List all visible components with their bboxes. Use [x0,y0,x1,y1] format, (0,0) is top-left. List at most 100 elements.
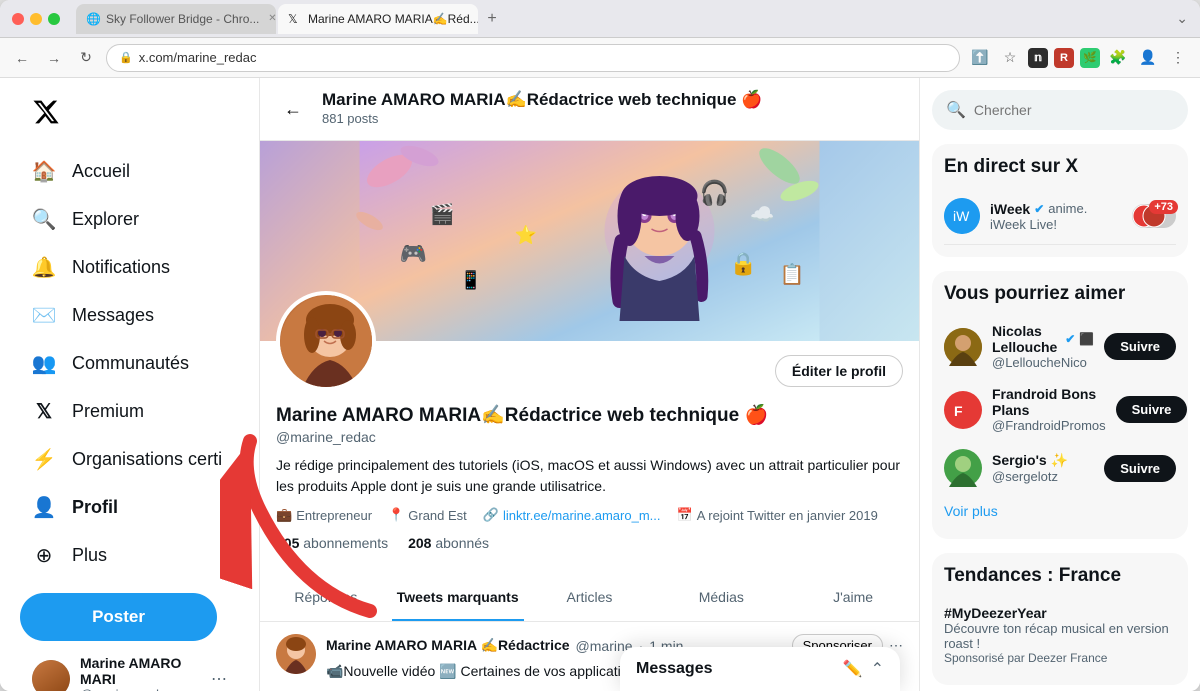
community-icon: 👥 [32,351,56,375]
live-avatar: iW [944,198,980,234]
live-event: iWeek Live! [990,217,1122,232]
search-input[interactable] [974,102,1174,118]
sidebar-item-plus[interactable]: ⊕ Plus [20,533,239,577]
live-section: En direct sur X iW iWeek ✔ anime. [932,144,1188,257]
new-tab-button[interactable]: + [480,7,504,31]
tab-tweets-marquants[interactable]: Tweets marquants [392,575,524,621]
meta-date: 📅 A rejoint Twitter en janvier 2019 [677,507,878,523]
tab-medias[interactable]: Médias [655,575,787,621]
follow-button-0[interactable]: Suivre [1104,333,1176,360]
traffic-lights [12,13,60,25]
twitter-logo[interactable] [20,88,239,141]
sidebar-user[interactable]: Marine AMARO MARI @marine_redac ⋯ [20,645,239,691]
stat-followers[interactable]: 208 abonnés [408,535,489,551]
suggest-item-1: F Frandroid Bons Plans @FrandroidPromos … [944,378,1176,441]
profile-info: Marine AMARO MARIA✍️Rédactrice web techn… [260,391,919,563]
sidebar-item-accueil[interactable]: 🏠 Accueil [20,149,239,193]
ext-r-icon[interactable]: R [1054,48,1074,68]
search-box[interactable]: 🔍 [932,90,1188,130]
sidebar-user-name: Marine AMARO MARI [80,655,201,687]
sidebar-item-notifications[interactable]: 🔔 Notifications [20,245,239,289]
sidebar-label-communautes: Communautés [72,353,189,374]
live-item[interactable]: iW iWeek ✔ anime. iWeek Live! [944,188,1176,245]
live-count: +73 [1149,200,1178,214]
tab-sky-follower[interactable]: 🌐 Sky Follower Bridge - Chro... ✕ [76,4,276,34]
sidebar-item-communautes[interactable]: 👥 Communautés [20,341,239,385]
new-message-icon[interactable]: ✏️ [843,659,863,679]
svg-text:🎬: 🎬 [430,202,455,226]
back-button[interactable]: ← [276,92,310,126]
sidebar-label-notifications: Notifications [72,257,170,278]
sidebar-item-profil[interactable]: 👤 Profil [20,485,239,529]
maximize-button[interactable] [48,13,60,25]
share-icon[interactable]: ⬆️ [968,46,992,70]
sidebar-item-messages[interactable]: ✉️ Messages [20,293,239,337]
close-button[interactable] [12,13,24,25]
profile-header-info: Marine AMARO MARIA✍️Rédactrice web techn… [322,90,762,128]
meta-location: 📍 Grand Est [388,507,467,523]
browser-window: 🌐 Sky Follower Bridge - Chro... ✕ 𝕏 Mari… [0,0,1200,691]
suggest-handle-2: @sergelotz [992,469,1094,484]
svg-text:🔒: 🔒 [730,251,757,276]
tab-label-2: Marine AMARO MARIA✍️Réd... [308,12,478,26]
right-sidebar: 🔍 En direct sur X iW iWeek [920,78,1200,691]
sidebar-item-premium[interactable]: 𝕏 Premium [20,389,239,433]
sidebar-item-organisations[interactable]: ⚡ Organisations certi [20,437,239,481]
tab-close-1[interactable]: ✕ [265,12,276,26]
svg-text:⭐: ⭐ [515,224,537,245]
ext-green-icon[interactable]: 🌿 [1080,48,1100,68]
suggestions-title: Vous pourriez aimer [944,283,1176,305]
trend-sub-0: Découvre ton récap musical en version ro… [944,621,1176,651]
profile-icon[interactable]: 👤 [1136,46,1160,70]
sidebar-label-accueil: Accueil [72,161,130,182]
tab-menu-icon[interactable]: ⌄ [1176,10,1188,27]
svg-text:iW: iW [953,208,970,224]
trending-section: Tendances : France #MyDeezerYear Découvr… [932,553,1188,685]
menu-icon[interactable]: ⋮ [1166,46,1190,70]
bookmark-icon[interactable]: ☆ [998,46,1022,70]
sidebar-label-organisations: Organisations certi [72,449,222,470]
user-menu-icon: ⋯ [211,669,227,689]
tabs-bar: 🌐 Sky Follower Bridge - Chro... ✕ 𝕏 Mari… [76,4,1188,34]
tab-jaime[interactable]: J'aime [787,575,919,621]
post-button[interactable]: Poster [20,593,217,641]
edit-profile-button[interactable]: Éditer le profil [775,355,903,387]
url-bar[interactable]: 🔒 x.com/marine_redac [106,44,960,72]
see-more-link[interactable]: Voir plus [944,495,1176,527]
extensions-icon[interactable]: 🧩 [1106,46,1130,70]
ext-notion-icon[interactable]: 𝕟 [1028,48,1048,68]
suggest-name-1: Frandroid Bons Plans [992,386,1106,418]
profile-bio: Je rédige principalement des tutoriels (… [276,455,903,497]
tab-reponses[interactable]: Réponses [260,575,392,621]
suggest-handle-1: @FrandroidPromos [992,418,1106,433]
tab-articles[interactable]: Articles [524,575,656,621]
messages-panel-title: Messages [636,660,835,678]
address-bar: ← → ↻ 🔒 x.com/marine_redac ⬆️ ☆ 𝕟 R 🌿 🧩 … [0,38,1200,78]
collapse-messages-icon[interactable]: ⌃ [871,659,884,679]
tab-favicon-1: 🌐 [86,12,100,26]
svg-text:F: F [954,403,963,419]
browser-titlebar: 🌐 Sky Follower Bridge - Chro... ✕ 𝕏 Mari… [0,0,1200,38]
plus-circle-icon: ⊕ [32,543,56,567]
tab-label-1: Sky Follower Bridge - Chro... [106,12,259,26]
meta-link[interactable]: 🔗 linktr.ee/marine.amaro_m... [483,507,661,523]
tab-marine[interactable]: 𝕏 Marine AMARO MARIA✍️Réd... ✕ [278,4,478,34]
trend-item-0[interactable]: #MyDeezerYear Découvre ton récap musical… [944,597,1176,673]
stat-following[interactable]: 205 abonnements [276,535,388,551]
profile-handle: @marine_redac [276,429,903,445]
profile-header-name: Marine AMARO MARIA✍️Rédactrice web techn… [322,90,762,110]
lightning-icon: ⚡ [32,447,56,471]
refresh-nav-button[interactable]: ↻ [74,46,98,70]
forward-nav-button[interactable]: → [42,46,66,70]
follow-button-2[interactable]: Suivre [1104,455,1176,482]
follow-button-1[interactable]: Suivre [1116,396,1188,423]
live-badge-wrap: +73 [1132,204,1176,228]
minimize-button[interactable] [30,13,42,25]
suggest-avatar-0 [944,328,982,366]
envelope-icon: ✉️ [32,303,56,327]
back-nav-button[interactable]: ← [10,46,34,70]
live-info: iWeek ✔ anime. iWeek Live! [990,201,1122,232]
tweet-user-name: Marine AMARO MARIA ✍️Rédactrice [326,637,570,654]
sidebar-item-explorer[interactable]: 🔍 Explorer [20,197,239,241]
page-content: 🏠 Accueil 🔍 Explorer 🔔 Notifications ✉️ … [0,78,1200,691]
